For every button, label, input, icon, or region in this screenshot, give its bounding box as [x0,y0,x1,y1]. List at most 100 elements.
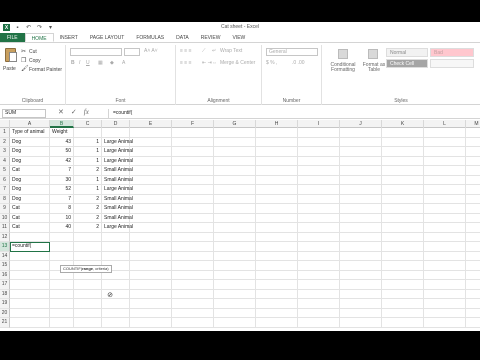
grid-cell[interactable] [10,270,50,280]
grid-cell[interactable] [172,280,214,290]
grid-cell[interactable] [130,289,172,299]
grid-cell[interactable] [172,289,214,299]
grid-cell[interactable] [466,138,480,147]
grid-cell[interactable]: 1 [74,156,102,166]
grid-cell[interactable] [74,242,102,252]
number-format-dropdown[interactable]: General [266,48,318,56]
vertical-align-icons[interactable]: ≡ ≡ ≡ [180,48,192,54]
wrap-text-button[interactable]: Wrap Text [220,48,242,54]
underline-button[interactable]: U [86,60,90,66]
grid-cell[interactable] [214,156,256,166]
grid-cell[interactable] [466,271,480,280]
grid-cell[interactable] [10,299,50,309]
grid-cell[interactable] [466,223,480,233]
grid-cell[interactable] [130,308,172,318]
grid-cell[interactable] [298,242,340,252]
column-header-a[interactable]: A [10,120,50,128]
grid-cell[interactable] [424,185,466,195]
grid-cell[interactable] [340,223,382,233]
grid-cell[interactable] [74,289,102,299]
bold-button[interactable]: B [71,60,75,66]
grid-cell[interactable] [424,261,466,271]
grid-cell[interactable]: Dog [10,185,50,195]
grid-cell[interactable]: Small Animal [102,175,133,185]
style-normal[interactable]: Normal [386,48,428,57]
grid-cell[interactable] [214,185,256,195]
grid-cell[interactable] [382,242,424,252]
row-header[interactable]: 18 [0,289,10,299]
cancel-icon[interactable]: ✕ [58,108,64,116]
grid-cell[interactable] [298,194,340,204]
grid-cell[interactable] [214,194,256,204]
grid-cell[interactable] [466,147,480,157]
grid-cell[interactable] [340,289,382,299]
grid-cell[interactable]: 43 [50,137,74,147]
grid-cell[interactable] [382,289,424,299]
grid-cell[interactable] [10,318,50,328]
grid-cell[interactable] [424,204,466,214]
grid-cell[interactable] [424,270,466,280]
grid-cell[interactable]: 8 [50,204,74,214]
grid-cell[interactable] [130,185,172,195]
accounting-format-icon[interactable]: $ % , [266,60,277,66]
grid-cell[interactable]: Dog [10,175,50,185]
grid-cell[interactable] [50,299,74,309]
grid-cell[interactable] [340,185,382,195]
grid-cell[interactable]: 2 [74,194,102,204]
grid-cell[interactable] [172,308,214,318]
column-header-i[interactable]: I [298,120,340,128]
row-header[interactable]: 15 [0,261,10,271]
grid-cell[interactable] [298,137,340,147]
grid-cell[interactable] [382,137,424,147]
grid-cell[interactable] [10,251,50,261]
grid-cell[interactable] [424,289,466,299]
row-header[interactable]: 21 [0,318,10,328]
grid-cell[interactable]: 42 [50,156,74,166]
borders-icon[interactable]: ▦ [98,60,103,66]
grid-cell[interactable] [424,175,466,185]
column-header-l[interactable]: L [424,120,466,128]
grid-cell[interactable] [340,194,382,204]
grid-cell[interactable] [172,175,214,185]
grid-cell[interactable] [130,147,172,157]
grid-cell[interactable] [130,242,172,252]
grid-cell[interactable] [298,147,340,157]
grid-cell[interactable] [298,261,340,271]
grid-cell[interactable] [172,137,214,147]
grid-cell[interactable]: 2 [74,213,102,223]
grid-cell[interactable] [382,128,424,138]
grid-cell[interactable] [424,213,466,223]
grid-cell[interactable] [130,261,172,271]
grid-cell[interactable] [256,289,298,299]
grid-cell[interactable] [424,280,466,290]
grid-cell[interactable] [172,156,214,166]
grid-cell[interactable] [172,223,214,233]
grid-cell[interactable] [50,232,74,242]
grid-cell[interactable] [424,166,466,176]
grid-cell[interactable] [172,242,214,252]
grid-cell[interactable] [214,280,256,290]
orientation-icon[interactable]: ⟋ [202,48,206,54]
grid-cell[interactable] [102,308,130,318]
grid-cell[interactable] [214,289,256,299]
grid-cell[interactable] [256,299,298,309]
grid-cell[interactable]: 1 [74,137,102,147]
grid-cell[interactable] [256,242,298,252]
tab-data[interactable]: DATA [170,33,195,42]
grid-cell[interactable] [256,175,298,185]
grid-cell[interactable] [466,242,480,252]
grid-cell[interactable] [256,223,298,233]
grid-cell[interactable] [298,166,340,176]
row-header[interactable]: 12 [0,232,10,242]
format-painter-button[interactable]: Format Painter [29,67,62,73]
copy-icon[interactable]: ❐ [21,57,26,64]
grid-cell[interactable] [102,251,130,261]
grid-cell[interactable] [256,137,298,147]
row-header[interactable]: 5 [0,166,10,176]
grid-cell[interactable] [298,223,340,233]
grid-cell[interactable] [298,251,340,261]
grid-cell[interactable] [256,232,298,242]
grid-cell[interactable]: Cat [10,223,50,233]
paste-label[interactable]: Paste [3,66,16,72]
column-header-g[interactable]: G [214,120,256,128]
